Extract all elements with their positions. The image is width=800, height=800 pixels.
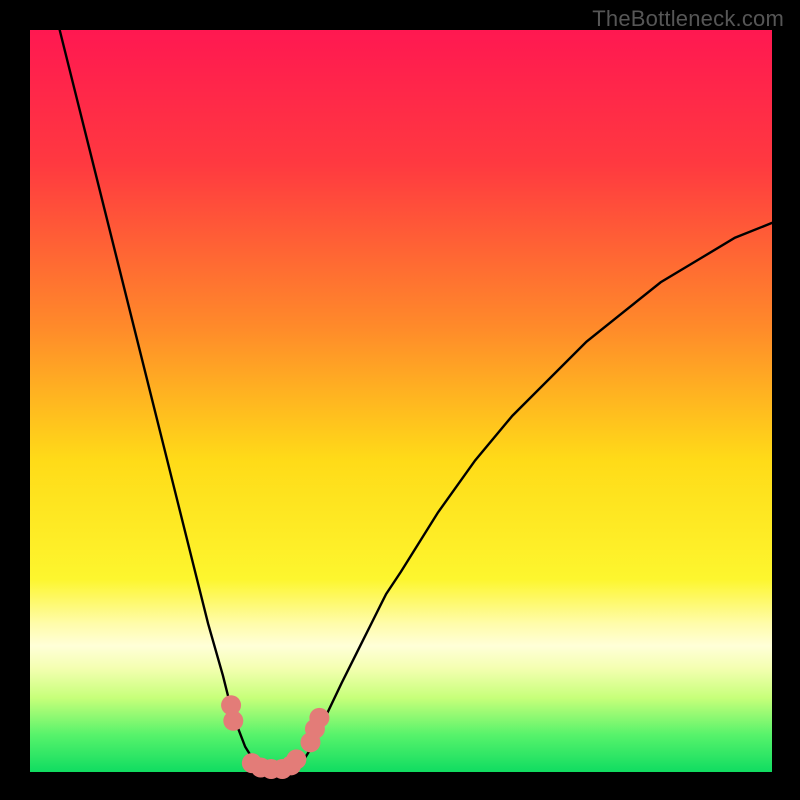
bottleneck-curve: [60, 30, 772, 771]
marker-group: [221, 695, 329, 779]
curve-layer: [30, 30, 772, 772]
plot-area: [30, 30, 772, 772]
chart-frame: TheBottleneck.com: [0, 0, 800, 800]
data-marker: [223, 711, 243, 731]
watermark-text: TheBottleneck.com: [592, 6, 784, 32]
data-marker: [309, 708, 329, 728]
data-marker: [286, 749, 306, 769]
